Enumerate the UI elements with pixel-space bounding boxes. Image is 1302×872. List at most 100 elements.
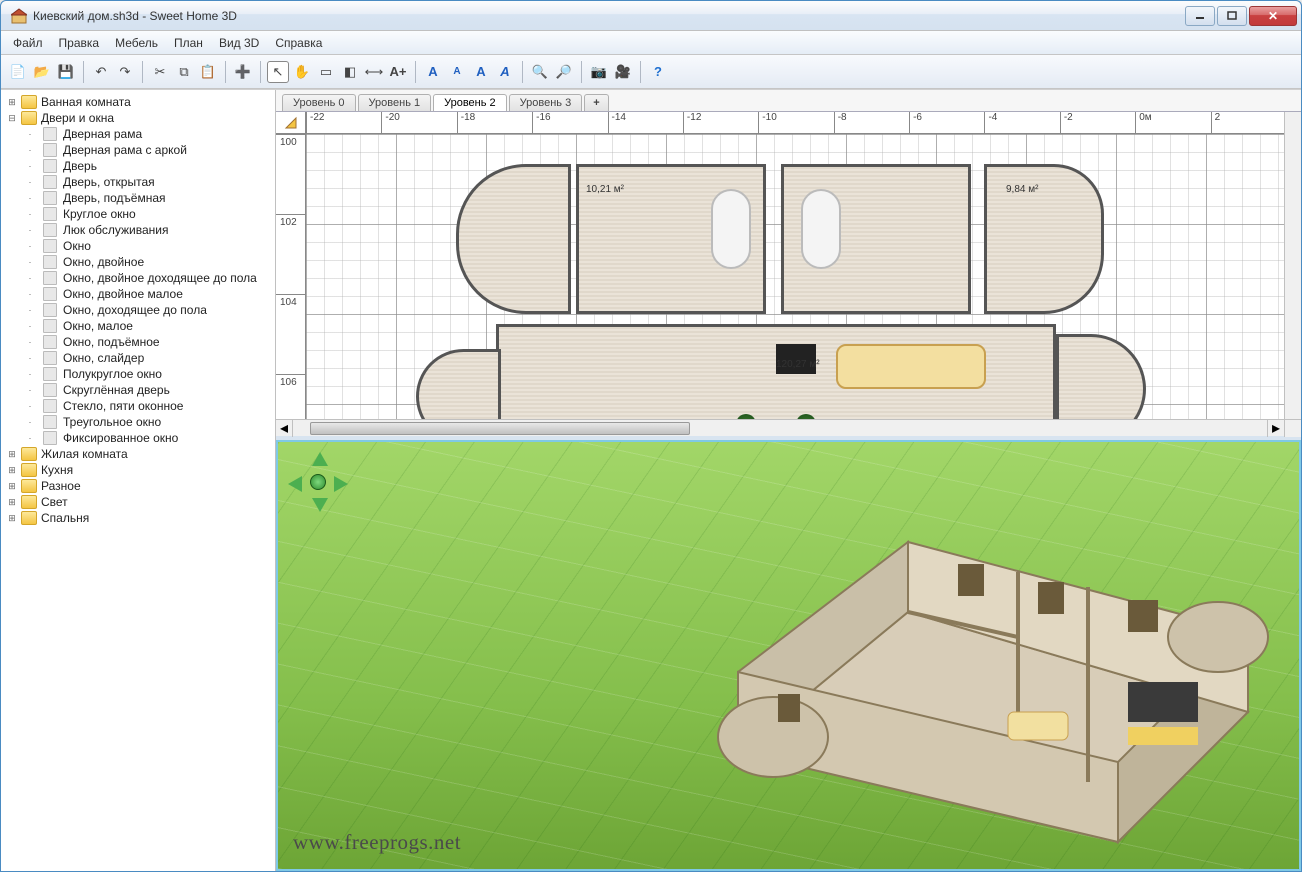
view-3d-panel[interactable]: www.freeprogs.net xyxy=(276,440,1301,871)
video-icon[interactable]: 🎥 xyxy=(612,61,634,83)
catalog-item[interactable]: ·Дверь xyxy=(1,158,275,174)
zoom-in-icon[interactable]: 🔍 xyxy=(529,61,551,83)
room-left-bay[interactable] xyxy=(456,164,571,314)
expand-icon[interactable]: ⊞ xyxy=(5,496,19,508)
add-level-button[interactable]: + xyxy=(584,94,608,111)
nav-center-icon[interactable] xyxy=(310,474,326,490)
ruler-tick: -14 xyxy=(608,112,626,134)
catalog-category[interactable]: ⊞Жилая комната xyxy=(1,446,275,462)
nav-compass xyxy=(288,452,348,512)
nav-up-icon[interactable] xyxy=(312,452,328,466)
catalog-item[interactable]: ·Окно, двойное малое xyxy=(1,286,275,302)
catalog-item[interactable]: ·Круглое окно xyxy=(1,206,275,222)
level-tab[interactable]: Уровень 2 xyxy=(433,94,507,111)
catalog-item[interactable]: ·Стекло, пяти оконное xyxy=(1,398,275,414)
window-title: Киевский дом.sh3d - Sweet Home 3D xyxy=(33,9,1185,23)
save-icon[interactable]: 💾 xyxy=(55,61,77,83)
catalog-item[interactable]: ·Окно, слайдер xyxy=(1,350,275,366)
tree-line-icon: · xyxy=(23,144,37,156)
select-icon[interactable]: ↖ xyxy=(267,61,289,83)
text-italic-icon[interactable]: A xyxy=(494,61,516,83)
new-file-icon[interactable]: 📄 xyxy=(7,61,29,83)
catalog-category[interactable]: ⊞Ванная комната xyxy=(1,94,275,110)
catalog-item[interactable]: ·Дверная рама xyxy=(1,126,275,142)
scroll-left-icon[interactable]: ◂ xyxy=(276,420,293,437)
house-3d-model xyxy=(658,482,1278,871)
furniture-icon xyxy=(43,399,57,413)
cut-icon[interactable]: ✂ xyxy=(149,61,171,83)
copy-icon[interactable]: ⧉ xyxy=(173,61,195,83)
maximize-button[interactable] xyxy=(1217,6,1247,26)
expand-icon[interactable]: ⊞ xyxy=(5,464,19,476)
menu-edit[interactable]: Правка xyxy=(51,33,108,53)
scrollbar-vertical[interactable] xyxy=(1284,134,1301,419)
level-tab[interactable]: Уровень 3 xyxy=(509,94,583,111)
catalog-category[interactable]: ⊞Разное xyxy=(1,478,275,494)
text-bigger-icon[interactable]: A xyxy=(422,61,444,83)
expand-icon[interactable]: ⊞ xyxy=(5,96,19,108)
catalog-item-label: Треугольное окно xyxy=(63,415,161,429)
paste-icon[interactable]: 📋 xyxy=(197,61,219,83)
scrollbar-horizontal[interactable]: ◂ ▸ xyxy=(276,419,1301,436)
menu-plan[interactable]: План xyxy=(166,33,211,53)
menu-3dview[interactable]: Вид 3D xyxy=(211,33,267,53)
menu-help[interactable]: Справка xyxy=(267,33,330,53)
text-smaller-icon[interactable]: A xyxy=(446,61,468,83)
room-right[interactable] xyxy=(984,164,1104,314)
plan-canvas[interactable]: 10,21 м² 9,84 м² 120,27 м² xyxy=(306,134,1284,419)
catalog-item[interactable]: ·Окно, двойное xyxy=(1,254,275,270)
level-tab[interactable]: Уровень 1 xyxy=(358,94,432,111)
undo-icon[interactable]: ↶ xyxy=(90,61,112,83)
catalog-category[interactable]: ⊞Свет xyxy=(1,494,275,510)
catalog-category[interactable]: ⊞Кухня xyxy=(1,462,275,478)
room-icon[interactable]: ◧ xyxy=(339,61,361,83)
redo-icon[interactable]: ↷ xyxy=(114,61,136,83)
nav-down-icon[interactable] xyxy=(312,498,328,512)
scroll-thumb[interactable] xyxy=(310,422,690,435)
wall-icon[interactable]: ▭ xyxy=(315,61,337,83)
level-tab[interactable]: Уровень 0 xyxy=(282,94,356,111)
pan-icon[interactable]: ✋ xyxy=(291,61,313,83)
minimize-button[interactable] xyxy=(1185,6,1215,26)
right-bay[interactable] xyxy=(1056,334,1146,419)
zoom-out-icon[interactable]: 🔎 xyxy=(553,61,575,83)
catalog-item[interactable]: ·Люк обслуживания xyxy=(1,222,275,238)
catalog-item[interactable]: ·Полукруглое окно xyxy=(1,366,275,382)
catalog-item[interactable]: · Дверь, подъёмная xyxy=(1,190,275,206)
catalog-item[interactable]: ·Окно, малое xyxy=(1,318,275,334)
photo-icon[interactable]: 📷 xyxy=(588,61,610,83)
menu-furniture[interactable]: Мебель xyxy=(107,33,166,53)
scroll-right-icon[interactable]: ▸ xyxy=(1267,420,1284,437)
add-furniture-icon[interactable]: ➕ xyxy=(232,61,254,83)
tree-line-icon: · xyxy=(23,192,37,204)
catalog-item[interactable]: ·Окно xyxy=(1,238,275,254)
catalog-item[interactable]: ·Окно, двойное доходящее до пола xyxy=(1,270,275,286)
catalog-item[interactable]: ·Фиксированное окно xyxy=(1,430,275,446)
help-icon[interactable]: ? xyxy=(647,61,669,83)
catalog-item[interactable]: ·Дверная рама с аркой xyxy=(1,142,275,158)
catalog-item[interactable]: ·Окно, доходящее до пола xyxy=(1,302,275,318)
nav-right-icon[interactable] xyxy=(334,476,348,492)
nav-left-icon[interactable] xyxy=(288,476,302,492)
catalog-category[interactable]: ⊞Спальня xyxy=(1,510,275,526)
open-icon[interactable]: 📂 xyxy=(31,61,53,83)
catalog-item[interactable]: ·Скруглённая дверь xyxy=(1,382,275,398)
expand-icon[interactable]: ⊞ xyxy=(5,480,19,492)
text-icon[interactable]: A+ xyxy=(387,61,409,83)
catalog-item[interactable]: ·Окно, подъёмное xyxy=(1,334,275,350)
catalog-item[interactable]: ·Дверь, открытая xyxy=(1,174,275,190)
dimension-icon[interactable]: ⟷ xyxy=(363,61,385,83)
text-bold-icon[interactable]: A xyxy=(470,61,492,83)
expand-icon[interactable]: ⊞ xyxy=(5,448,19,460)
catalog-item[interactable]: ·Треугольное окно xyxy=(1,414,275,430)
catalog-item-label: Дверь, подъёмная xyxy=(63,191,166,205)
close-button[interactable]: ✕ xyxy=(1249,6,1297,26)
bathtub-icon xyxy=(801,189,841,269)
catalog-category[interactable]: ⊟Двери и окна xyxy=(1,110,275,126)
expand-icon[interactable]: ⊞ xyxy=(5,512,19,524)
titlebar[interactable]: Киевский дом.sh3d - Sweet Home 3D ✕ xyxy=(1,1,1301,31)
menu-file[interactable]: Файл xyxy=(5,33,51,53)
collapse-icon[interactable]: ⊟ xyxy=(5,112,19,124)
furniture-catalog[interactable]: ⊞Ванная комната⊟Двери и окна·Дверная рам… xyxy=(1,90,276,871)
content-area: ⊞Ванная комната⊟Двери и окна·Дверная рам… xyxy=(1,89,1301,871)
